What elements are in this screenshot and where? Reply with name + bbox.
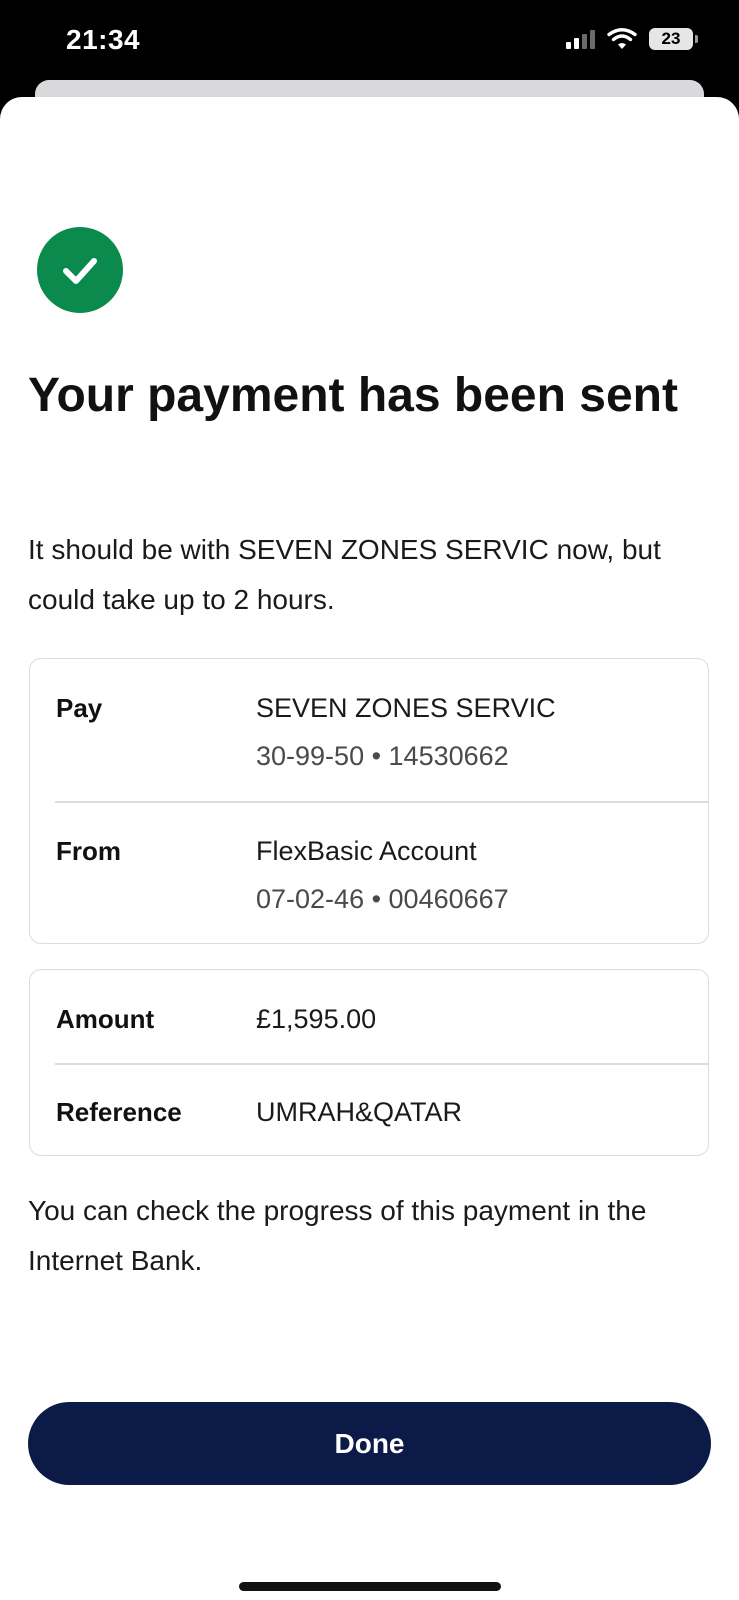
done-button[interactable]: Done [28, 1402, 711, 1485]
amount-row: Amount £1,595.00 [30, 970, 708, 1063]
amount-label: Amount [56, 1004, 155, 1034]
from-label: From [56, 836, 121, 866]
pay-label: Pay [56, 693, 103, 723]
confirmation-message: It should be with SEVEN ZONES SERVIC now… [28, 534, 661, 615]
wifi-icon [607, 28, 637, 49]
status-time: 21:34 [66, 24, 141, 55]
payment-details-card: Amount £1,595.00 Reference UMRAH&QATAR [29, 969, 709, 1156]
reference-label: Reference [56, 1097, 182, 1127]
from-row: From FlexBasic Account 07-02-46 • 004606… [30, 802, 708, 944]
pay-row: Pay SEVEN ZONES SERVIC 30-99-50 • 145306… [30, 659, 708, 801]
page-title: Your payment has been sent [28, 369, 678, 422]
payee-details-card: Pay SEVEN ZONES SERVIC 30-99-50 • 145306… [29, 658, 709, 944]
checkmark-icon [63, 258, 97, 284]
cellular-signal-icon [566, 29, 595, 49]
payment-confirmation-sheet: Your payment has been sent It should be … [0, 97, 739, 1600]
reference-row: Reference UMRAH&QATAR [30, 1064, 708, 1156]
progress-note: You can check the progress of this payme… [28, 1195, 647, 1276]
home-indicator[interactable] [239, 1582, 501, 1591]
status-icons: 23 [566, 28, 698, 50]
from-account-name: FlexBasic Account [256, 836, 477, 866]
reference-value: UMRAH&QATAR [256, 1097, 463, 1127]
battery-level: 23 [661, 29, 681, 48]
screen: 21:34 23 Your payment has been sent It s… [0, 0, 739, 1600]
check-circle-icon [37, 227, 123, 313]
battery-icon: 23 [649, 28, 698, 50]
payee-name: SEVEN ZONES SERVIC [256, 693, 556, 723]
from-account-number: 07-02-46 • 00460667 [256, 884, 509, 914]
payee-account: 30-99-50 • 14530662 [256, 741, 509, 771]
status-bar: 21:34 23 [0, 0, 739, 84]
amount-value: £1,595.00 [256, 1004, 377, 1034]
